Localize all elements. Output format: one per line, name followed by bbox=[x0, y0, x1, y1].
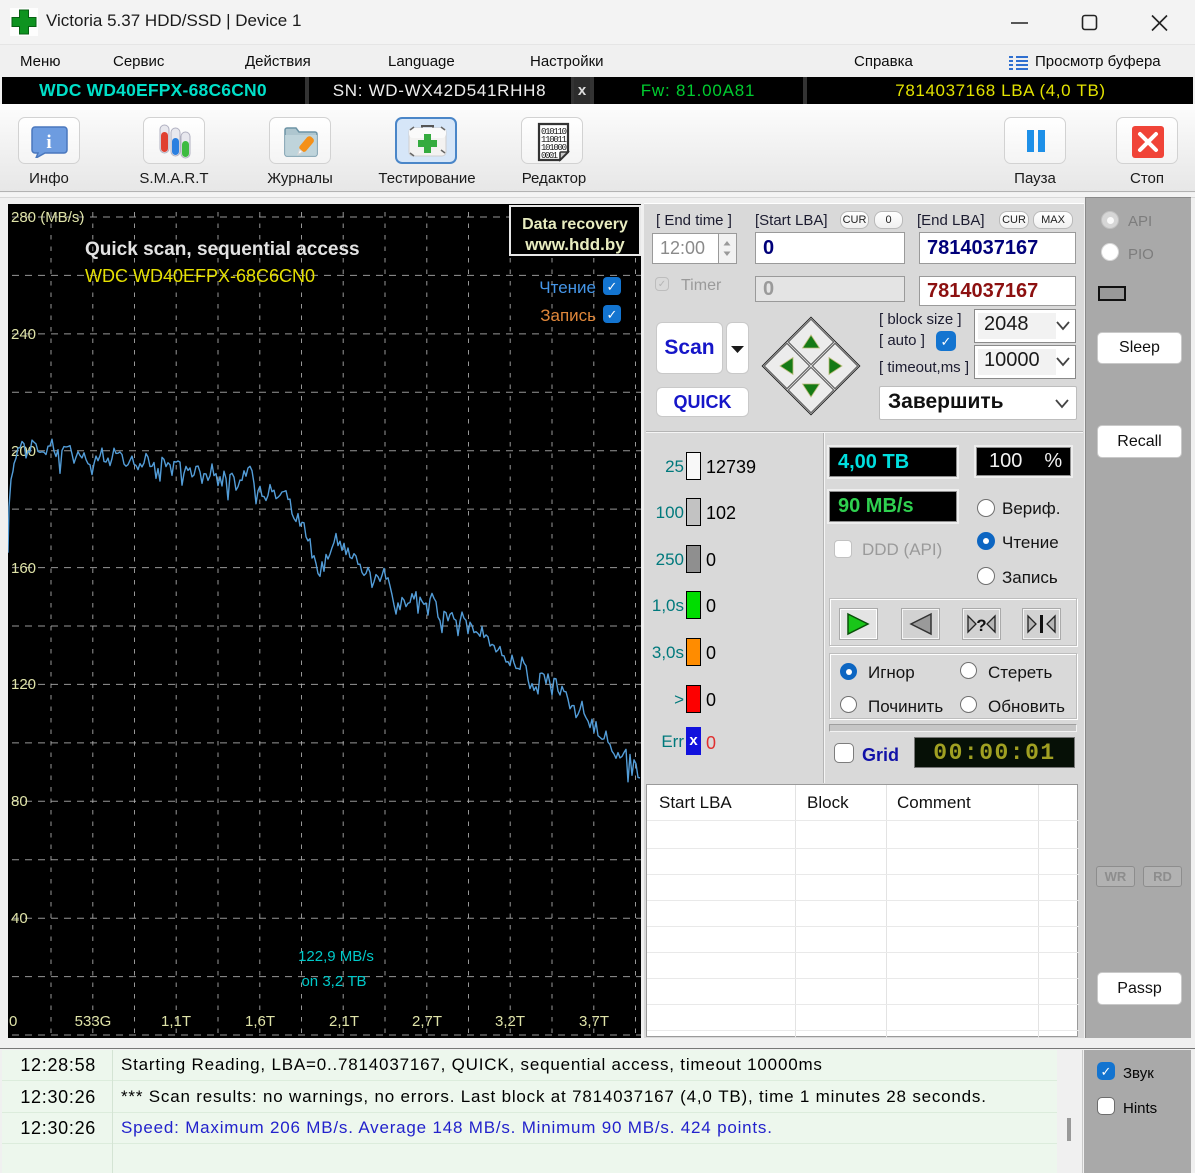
svg-text:122,9 MB/s: 122,9 MB/s bbox=[298, 948, 374, 965]
svg-text:0001: 0001 bbox=[541, 151, 558, 161]
svg-text:Запись: Запись bbox=[540, 306, 596, 325]
svg-text:200: 200 bbox=[11, 443, 36, 460]
svg-text:120: 120 bbox=[11, 676, 36, 693]
svg-text:2,1T: 2,1T bbox=[329, 1013, 359, 1030]
svg-text:Data recovery: Data recovery bbox=[522, 216, 628, 233]
svg-text:✓: ✓ bbox=[607, 279, 618, 294]
svg-text:240: 240 bbox=[11, 326, 36, 343]
svg-text:Quick scan, sequential access: Quick scan, sequential access bbox=[85, 239, 360, 260]
svg-text:i: i bbox=[46, 132, 51, 153]
svg-text:1,1T: 1,1T bbox=[161, 1013, 191, 1030]
svg-text:www.hdd.by: www.hdd.by bbox=[524, 235, 625, 254]
svg-text:1,6T: 1,6T bbox=[245, 1013, 275, 1030]
svg-text:533G: 533G bbox=[75, 1013, 112, 1030]
svg-text:✓: ✓ bbox=[607, 307, 618, 322]
svg-text:160: 160 bbox=[11, 560, 36, 577]
svg-text:40: 40 bbox=[11, 910, 28, 927]
svg-text:3,7T: 3,7T bbox=[579, 1013, 609, 1030]
svg-text:2,7T: 2,7T bbox=[412, 1013, 442, 1030]
svg-text:80: 80 bbox=[11, 793, 28, 810]
svg-text:0: 0 bbox=[9, 1013, 17, 1030]
svg-text:?: ? bbox=[976, 616, 986, 635]
svg-text:3,2T: 3,2T bbox=[495, 1013, 525, 1030]
svg-text:on 3,2 ТВ: on 3,2 ТВ bbox=[301, 973, 366, 990]
svg-text:280 (MB/s): 280 (MB/s) bbox=[11, 209, 84, 226]
svg-text:WDC WD40EFPX-68C6CN0: WDC WD40EFPX-68C6CN0 bbox=[85, 266, 315, 286]
svg-text:Чтение: Чтение bbox=[539, 278, 596, 297]
